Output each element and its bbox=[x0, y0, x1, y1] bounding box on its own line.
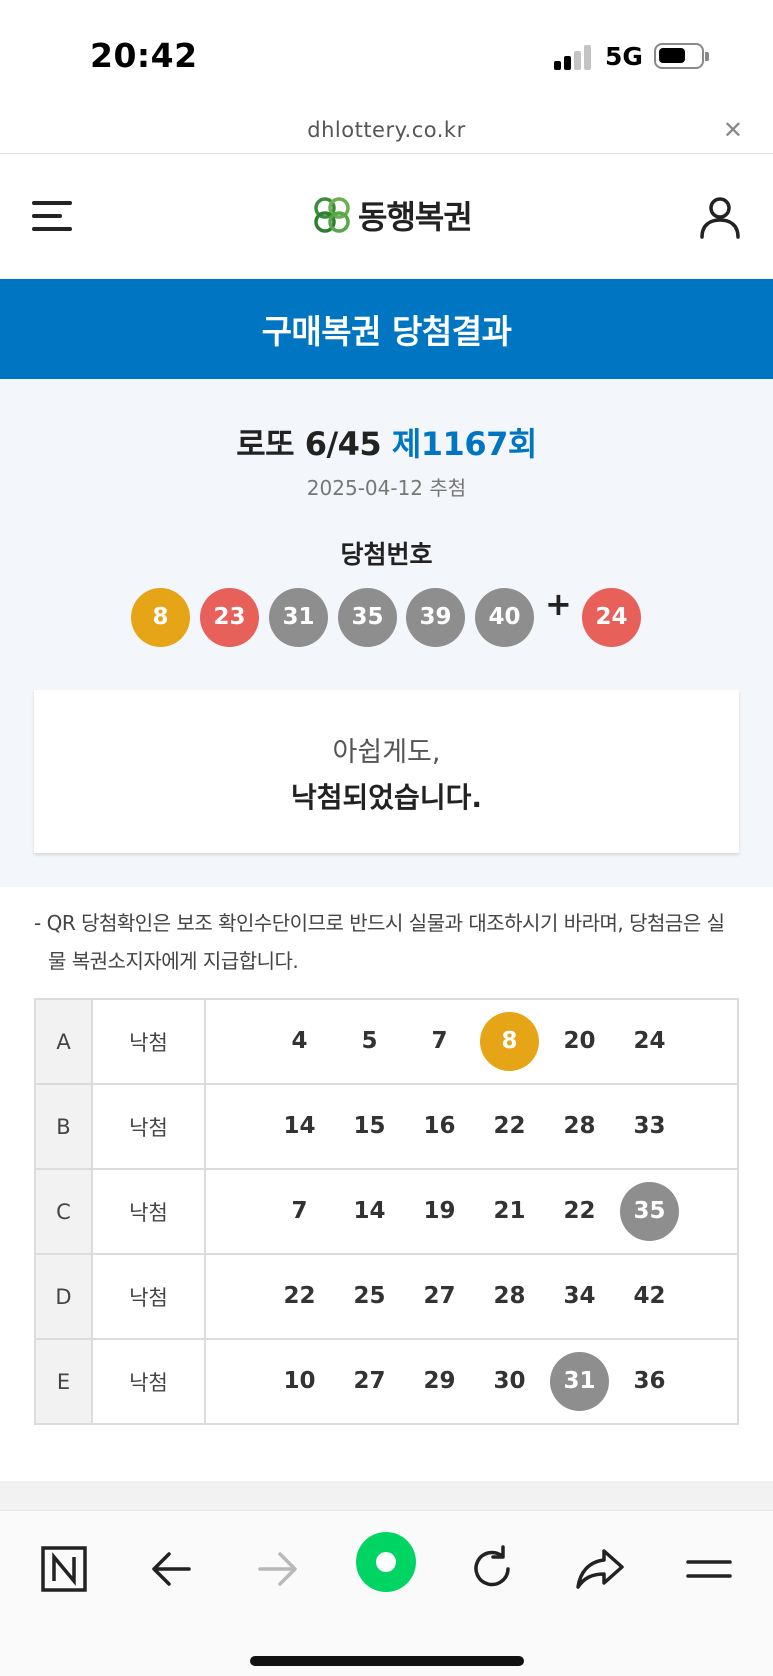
home-indicator bbox=[250, 1656, 524, 1666]
winning-ball: 40 bbox=[475, 588, 534, 647]
ticket-number: 33 bbox=[633, 1113, 666, 1139]
matched-number: 35 bbox=[620, 1182, 679, 1241]
hamburger-menu-icon[interactable] bbox=[32, 199, 74, 233]
battery-icon bbox=[654, 43, 709, 69]
close-icon[interactable]: ✕ bbox=[723, 116, 743, 144]
page-banner: 구매복권 당첨결과 bbox=[0, 279, 773, 379]
ticket-status: 낙첨 bbox=[91, 1338, 206, 1425]
ticket-row: C 낙첨 7 14 19 21 22 35 bbox=[34, 1168, 739, 1255]
ticket-status: 낙첨 bbox=[91, 1253, 206, 1340]
winning-ball: 39 bbox=[406, 588, 465, 647]
draw-game-name: 로또 6/45 bbox=[236, 425, 382, 463]
ticket-number: 16 bbox=[423, 1113, 456, 1139]
ticket-label: D bbox=[34, 1253, 93, 1340]
ticket-number: 42 bbox=[633, 1283, 666, 1309]
ticket-number: 20 bbox=[563, 1028, 596, 1054]
naver-icon[interactable] bbox=[34, 1539, 94, 1599]
status-bar: 20:42 5G bbox=[0, 0, 773, 110]
draw-title: 로또 6/45 제1167회 bbox=[0, 419, 773, 465]
ticket-row: A 낙첨 4 5 7 8 20 24 bbox=[34, 998, 739, 1085]
ticket-numbers: 7 14 19 21 22 35 bbox=[204, 1168, 739, 1255]
ticket-number: 27 bbox=[353, 1368, 386, 1394]
ticket-numbers: 14 15 16 22 28 33 bbox=[204, 1083, 739, 1170]
ticket-label: B bbox=[34, 1083, 93, 1170]
winning-ball: 31 bbox=[269, 588, 328, 647]
ticket-number: 5 bbox=[361, 1028, 378, 1054]
url-text[interactable]: dhlottery.co.kr bbox=[0, 118, 773, 142]
winning-ball: 23 bbox=[200, 588, 259, 647]
site-header: 동행복권 bbox=[0, 155, 773, 279]
ticket-number: 34 bbox=[563, 1283, 596, 1309]
result-message: 낙첨되었습니다. bbox=[291, 781, 482, 814]
ticket-number: 22 bbox=[493, 1113, 526, 1139]
ticket-number: 14 bbox=[353, 1198, 386, 1224]
plus-sign: + bbox=[545, 585, 572, 623]
ticket-label: E bbox=[34, 1338, 93, 1425]
ticket-number: 27 bbox=[423, 1283, 456, 1309]
ticket-number: 22 bbox=[283, 1283, 316, 1309]
ticket-status: 낙첨 bbox=[91, 1168, 206, 1255]
ticket-status: 낙첨 bbox=[91, 1083, 206, 1170]
clover-logo-icon bbox=[314, 197, 350, 233]
cellular-signal-icon bbox=[554, 44, 594, 70]
bonus-ball: 24 bbox=[582, 588, 641, 647]
ticket-number: 22 bbox=[563, 1198, 596, 1224]
status-time: 20:42 bbox=[90, 36, 198, 75]
ticket-row: D 낙첨 22 25 27 28 34 42 bbox=[34, 1253, 739, 1340]
site-logo[interactable]: 동행복권 bbox=[312, 193, 473, 237]
ticket-number: 24 bbox=[633, 1028, 666, 1054]
ticket-number: 29 bbox=[423, 1368, 456, 1394]
menu-icon[interactable] bbox=[678, 1539, 738, 1599]
ticket-numbers: 4 5 7 8 20 24 bbox=[204, 998, 739, 1085]
ticket-label: A bbox=[34, 998, 93, 1085]
winning-numbers-label: 당첨번호 bbox=[340, 540, 433, 569]
draw-round: 제1167회 bbox=[391, 425, 537, 463]
result-subtext: 아쉽게도, bbox=[332, 737, 441, 768]
ticket-number: 36 bbox=[633, 1368, 666, 1394]
ticket-number: 21 bbox=[493, 1198, 526, 1224]
ticket-number: 4 bbox=[291, 1028, 308, 1054]
ticket-number: 25 bbox=[353, 1283, 386, 1309]
winning-numbers: 8 23 31 35 39 40 24 bbox=[0, 588, 773, 648]
ticket-number: 7 bbox=[431, 1028, 448, 1054]
divider-strip bbox=[0, 1481, 773, 1511]
winning-ball: 35 bbox=[338, 588, 397, 647]
ticket-number: 28 bbox=[563, 1113, 596, 1139]
network-type: 5G bbox=[605, 42, 643, 71]
green-home-icon[interactable] bbox=[355, 1531, 417, 1593]
ticket-table: A 낙첨 4 5 7 8 20 24 B 낙첨 14 15 16 22 28 33 C 낙첨 7 14 19 21 22 35… bbox=[34, 998, 739, 1425]
ticket-number: 15 bbox=[353, 1113, 386, 1139]
matched-number: 31 bbox=[550, 1352, 609, 1411]
draw-date: 2025-04-12 추첨 bbox=[306, 476, 467, 500]
ticket-row: E 낙첨 10 27 29 30 31 36 bbox=[34, 1338, 739, 1425]
refresh-icon[interactable] bbox=[462, 1539, 522, 1599]
page-title: 구매복권 당첨결과 bbox=[261, 312, 512, 351]
ticket-number: 14 bbox=[283, 1113, 316, 1139]
ticket-label: C bbox=[34, 1168, 93, 1255]
ticket-status: 낙첨 bbox=[91, 998, 206, 1085]
ticket-numbers: 22 25 27 28 34 42 bbox=[204, 1253, 739, 1340]
share-icon[interactable] bbox=[570, 1539, 630, 1599]
ticket-number: 30 bbox=[493, 1368, 526, 1394]
ticket-row: B 낙첨 14 15 16 22 28 33 bbox=[34, 1083, 739, 1170]
url-bar[interactable]: dhlottery.co.kr ✕ bbox=[0, 110, 773, 154]
winning-ball: 8 bbox=[131, 588, 190, 647]
ticket-number: 7 bbox=[291, 1198, 308, 1224]
browser-toolbar bbox=[0, 1510, 773, 1676]
ticket-numbers: 10 27 29 30 31 36 bbox=[204, 1338, 739, 1425]
result-card: 아쉽게도, 낙첨되었습니다. bbox=[34, 690, 739, 853]
draw-result-section: 로또 6/45 제1167회 2025-04-12 추첨 당첨번호 8 23 3… bbox=[0, 379, 773, 887]
notice-text: - QR 당첨확인은 보조 확인수단이므로 반드시 실물과 대조하시기 바라며,… bbox=[34, 911, 725, 973]
ticket-number: 19 bbox=[423, 1198, 456, 1224]
user-icon[interactable] bbox=[698, 195, 742, 239]
matched-number: 8 bbox=[480, 1012, 539, 1071]
back-arrow-icon[interactable] bbox=[141, 1539, 201, 1599]
forward-arrow-icon[interactable] bbox=[248, 1539, 308, 1599]
logo-text: 동행복권 bbox=[358, 198, 473, 236]
ticket-number: 28 bbox=[493, 1283, 526, 1309]
ticket-number: 10 bbox=[283, 1368, 316, 1394]
